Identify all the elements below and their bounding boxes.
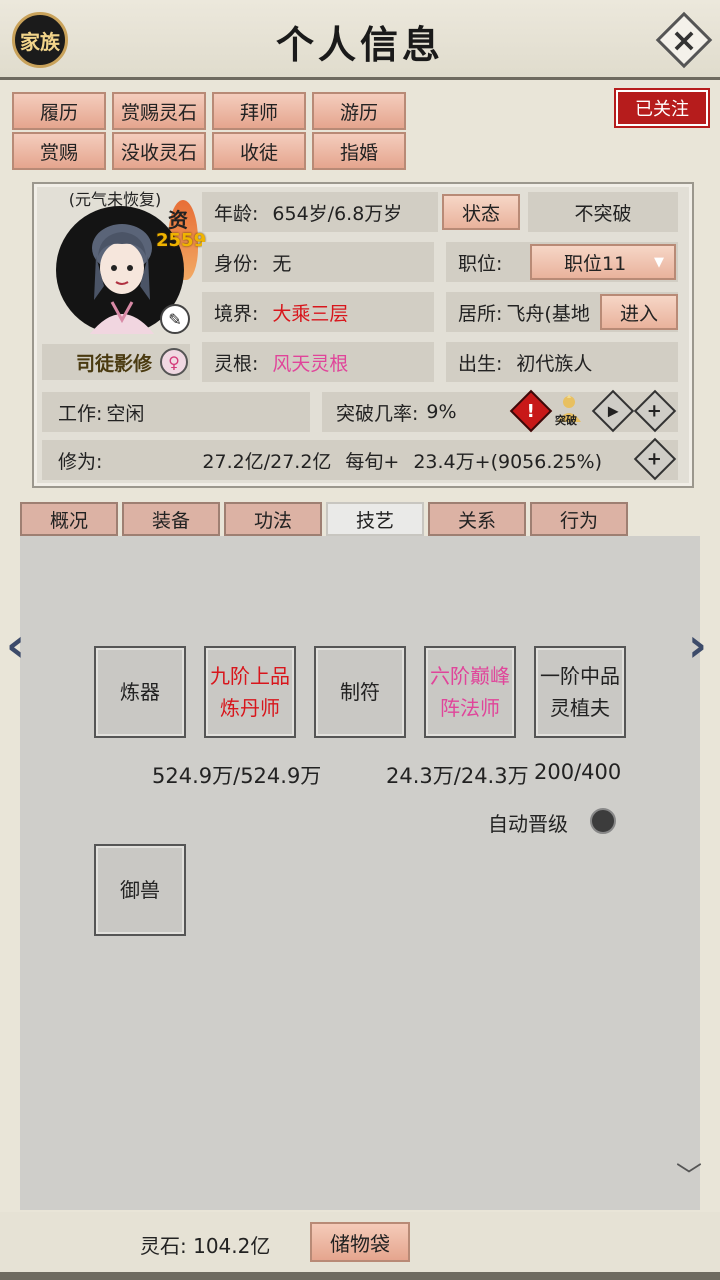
arrange-marriage-button[interactable]: 指婚 <box>312 132 406 170</box>
top-bar: 家族 个人信息 × <box>0 0 720 80</box>
formation-progress: 24.3万/24.3万 <box>386 764 529 788</box>
work-label: 工作: <box>58 402 103 425</box>
skill-refining[interactable]: 炼器 <box>94 646 186 738</box>
identity-field: 身份: 无 <box>202 242 434 282</box>
position-dropdown[interactable]: 职位11 ▼ <box>530 244 676 280</box>
confiscate-stone-button[interactable]: 没收灵石 <box>112 132 206 170</box>
skill-label: 一阶中品灵植夫 <box>540 664 620 720</box>
storage-bag-button[interactable]: 储物袋 <box>310 1222 410 1262</box>
alchemy-progress: 524.9万/524.9万 <box>152 764 322 788</box>
identity-value: 无 <box>272 252 292 275</box>
breakthrough-meditate-icon[interactable]: 突破 <box>552 392 586 428</box>
residence-label: 居所: <box>458 302 503 325</box>
residence-value: 飞舟(基地 <box>506 302 590 325</box>
identity-label: 身份: <box>214 252 259 275</box>
previous-arrow-icon[interactable]: ‹ <box>6 618 25 672</box>
close-icon: × <box>670 21 698 59</box>
position-value: 职位11 <box>564 252 627 275</box>
tab-skills[interactable]: 技艺 <box>326 502 424 536</box>
skill-label: 六阶巅峰阵法师 <box>430 664 510 720</box>
realm-field: 境界: 大乘三层 <box>202 292 434 332</box>
tab-equipment[interactable]: 装备 <box>122 502 220 536</box>
cultivation-label: 修为: <box>58 450 103 473</box>
spirit-stone-label: 灵石: <box>140 1234 187 1258</box>
work-field: 工作: 空闲 <box>42 392 310 432</box>
avatar-status: (元气未恢复) <box>68 190 162 209</box>
talent-label: 资 <box>168 208 188 232</box>
planting-progress: 200/400 <box>534 760 622 784</box>
talent-value: 2559 <box>156 230 207 251</box>
enter-button[interactable]: 进入 <box>600 294 678 330</box>
spirit-stone-display: 灵石: 104.2亿 <box>140 1230 270 1259</box>
per-turn-label: 每旬+ <box>345 450 400 473</box>
next-arrow-icon[interactable]: › <box>688 618 707 672</box>
spirit-stone-value: 104.2亿 <box>193 1234 271 1258</box>
status-button[interactable]: 状态 <box>442 194 520 230</box>
skill-beast-taming[interactable]: 御兽 <box>94 844 186 936</box>
spirit-root-label: 灵根: <box>214 352 259 375</box>
age-value: 654岁/6.8万岁 <box>272 202 403 225</box>
auto-upgrade-toggle[interactable] <box>590 808 616 834</box>
tab-relations[interactable]: 关系 <box>428 502 526 536</box>
female-icon: ♀ <box>160 348 188 376</box>
breakthrough-label: 突破几率: <box>336 402 419 425</box>
take-disciple-button[interactable]: 收徒 <box>212 132 306 170</box>
skill-planting[interactable]: 一阶中品灵植夫 <box>534 646 626 738</box>
birth-value: 初代族人 <box>516 352 593 375</box>
edit-icon[interactable]: ✎ <box>160 304 190 334</box>
history-button[interactable]: 履历 <box>12 92 106 130</box>
per-turn-value: 23.4万+(9056.25%) <box>413 450 603 473</box>
birth-label: 出生: <box>458 352 503 375</box>
position-label: 职位: <box>458 252 503 275</box>
no-breakthrough-button[interactable]: 不突破 <box>528 192 678 232</box>
scroll-down-icon[interactable]: ﹀ <box>676 1156 702 1193</box>
reward-stone-button[interactable]: 赏赐灵石 <box>112 92 206 130</box>
skill-label: 九阶上品炼丹师 <box>210 664 290 720</box>
realm-label: 境界: <box>214 302 259 325</box>
skill-talisman[interactable]: 制符 <box>314 646 406 738</box>
cultivation-value: 27.2亿/27.2亿 <box>202 450 332 473</box>
skill-alchemy[interactable]: 九阶上品炼丹师 <box>204 646 296 738</box>
skill-formation[interactable]: 六阶巅峰阵法师 <box>424 646 516 738</box>
chevron-down-icon: ▼ <box>654 254 664 270</box>
age-field: 年龄: 654岁/6.8万岁 <box>202 192 438 232</box>
tab-overview[interactable]: 概况 <box>20 502 118 536</box>
breakthrough-value: 9% <box>426 401 457 423</box>
birth-field: 出生: 初代族人 <box>446 342 678 382</box>
skill-label: 炼器 <box>120 680 160 704</box>
work-value: 空闲 <box>106 402 145 425</box>
skill-label: 御兽 <box>120 878 160 902</box>
realm-value: 大乘三层 <box>272 302 349 325</box>
close-button[interactable]: × <box>655 11 713 69</box>
follow-button[interactable]: 已关注 <box>614 88 710 128</box>
travel-button[interactable]: 游历 <box>312 92 406 130</box>
spirit-root-field: 灵根: 风天灵根 <box>202 342 434 382</box>
tab-techniques[interactable]: 功法 <box>224 502 322 536</box>
auto-upgrade-label: 自动晋级 <box>488 812 568 836</box>
age-label: 年龄: <box>214 202 259 225</box>
spirit-root-value: 风天灵根 <box>272 352 349 375</box>
tab-behavior[interactable]: 行为 <box>530 502 628 536</box>
reward-button[interactable]: 赏赐 <box>12 132 106 170</box>
page-title: 个人信息 <box>275 22 444 67</box>
bottom-border <box>0 1272 720 1280</box>
skill-label: 制符 <box>340 680 380 704</box>
apprentice-button[interactable]: 拜师 <box>212 92 306 130</box>
cultivation-field: 修为: 27.2亿/27.2亿 每旬+ 23.4万+(9056.25%) <box>42 440 678 480</box>
